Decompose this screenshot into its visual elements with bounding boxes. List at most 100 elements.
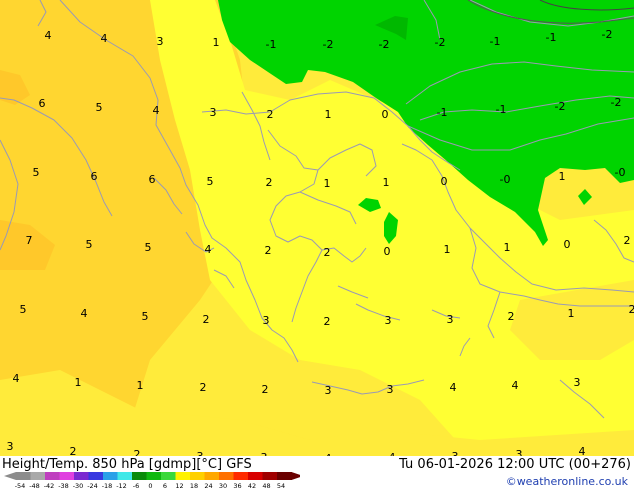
temp-value: 0	[384, 245, 391, 258]
temp-value: -2	[435, 36, 446, 49]
temp-value: 5	[145, 241, 152, 254]
temp-value: 4	[101, 32, 108, 45]
temp-value: 1	[504, 241, 511, 254]
temp-value: 4	[45, 29, 52, 42]
temp-value: 2	[200, 381, 207, 394]
temp-value: 2	[265, 244, 272, 257]
legend-tick-label: -30	[73, 482, 84, 490]
temp-value: 2	[624, 234, 631, 247]
temp-value: -1	[266, 38, 277, 51]
legend-swatch	[146, 472, 162, 480]
temp-value: 1	[137, 379, 144, 392]
temp-value: 5	[86, 238, 93, 251]
legend-swatch	[204, 472, 220, 480]
temp-value: 3	[210, 106, 217, 119]
legend-swatch	[161, 472, 176, 480]
temp-value: 1	[383, 176, 390, 189]
temp-value: 2	[70, 445, 77, 456]
temp-value: -2	[379, 38, 390, 51]
temp-value: 6	[91, 170, 98, 183]
legend-tick-label: -48	[29, 482, 40, 490]
legend-tick-label: -6	[133, 482, 139, 490]
legend-tick-label: -12	[116, 482, 127, 490]
legend-swatch	[117, 472, 133, 480]
legend-swatch	[248, 472, 263, 480]
temp-value: 2	[508, 310, 515, 323]
temp-value: 1	[75, 376, 82, 389]
temp-value: -2	[611, 96, 622, 109]
temp-value: 3	[447, 313, 454, 326]
legend-swatch	[175, 472, 191, 480]
map-viewer: 4 4 3 1 -1 -2 -2 -2 -1 -1 -2 6 5 4 3 2 1…	[0, 0, 634, 490]
temp-value: -1	[490, 35, 501, 48]
footer-bar: Height/Temp. 850 hPa [gdmp][°C] GFS Tu 0…	[0, 456, 634, 490]
temp-value: -1	[546, 31, 557, 44]
temp-value: 1	[324, 177, 331, 190]
temp-value: 4	[81, 307, 88, 320]
temp-value: 3	[574, 376, 581, 389]
temp-value: 6	[149, 173, 156, 186]
temp-value: -1	[496, 103, 507, 116]
temp-value: 7	[26, 234, 33, 247]
temp-value: 6	[39, 97, 46, 110]
legend-tick-label: -38	[58, 482, 69, 490]
valid-time: Tu 06-01-2026 12:00 UTC (00+276)	[399, 457, 631, 472]
temp-value: 2	[629, 303, 634, 316]
temp-value: 4	[579, 445, 586, 456]
legend-tick-label: -42	[44, 482, 55, 490]
temp-value: 1	[213, 36, 220, 49]
temp-value: 3	[7, 440, 14, 453]
legend-tick-label: 0	[148, 482, 152, 490]
legend-tick-label: 36	[233, 482, 241, 490]
temp-value: 4	[153, 104, 160, 117]
legend-swatch	[132, 472, 147, 480]
legend-arrow-right	[291, 472, 300, 480]
temp-value: 2	[324, 246, 331, 259]
legend-swatch	[277, 472, 292, 480]
color-legend: -54 -48 -42 -38 -30 -24 -18 -12 -6 0 6 12 18 24 30 36 42…	[4, 472, 300, 490]
temp-value: 4	[450, 381, 457, 394]
legend-tick-label: 48	[262, 482, 270, 490]
temp-value: 3	[157, 35, 164, 48]
legend-swatch	[219, 472, 234, 480]
temp-value: 3	[516, 448, 523, 456]
temp-value: -2	[555, 100, 566, 113]
legend-swatches	[4, 472, 300, 480]
temp-value: 5	[20, 303, 27, 316]
legend-tick-label: 6	[163, 482, 167, 490]
credit-link[interactable]: ©weatheronline.co.uk	[506, 475, 628, 488]
legend-tick-label: 30	[219, 482, 227, 490]
temp-value: 0	[441, 175, 448, 188]
temp-value: -0	[500, 173, 511, 186]
temp-value: 2	[266, 176, 273, 189]
legend-swatch	[16, 472, 31, 480]
legend-tick-label: -18	[102, 482, 113, 490]
legend-swatch	[262, 472, 278, 480]
legend-tick-label: 12	[175, 482, 183, 490]
legend-swatch	[103, 472, 118, 480]
temp-value: 5	[33, 166, 40, 179]
legend-swatch	[233, 472, 249, 480]
temp-value: -1	[437, 106, 448, 119]
temp-value: 1	[444, 243, 451, 256]
temp-value: 2	[262, 383, 269, 396]
chart-title: Height/Temp. 850 hPa [gdmp][°C] GFS	[2, 457, 252, 472]
temp-value: 2	[324, 315, 331, 328]
legend-swatch	[59, 472, 75, 480]
legend-tick-label: 42	[248, 482, 256, 490]
temp-value: 3	[325, 384, 332, 397]
temperature-map: 4 4 3 1 -1 -2 -2 -2 -1 -1 -2 6 5 4 3 2 1…	[0, 0, 634, 456]
legend-arrow-left	[4, 472, 16, 480]
temp-value: 5	[142, 310, 149, 323]
temp-value: 2	[203, 313, 210, 326]
temp-value: 3	[387, 383, 394, 396]
temp-value: 2	[267, 108, 274, 121]
legend-tick-label: -54	[15, 482, 26, 490]
legend-swatch	[190, 472, 205, 480]
temp-value: 0	[564, 238, 571, 251]
temp-value: 5	[96, 101, 103, 114]
temp-value: 3	[385, 314, 392, 327]
temp-value: 5	[207, 175, 214, 188]
legend-swatch	[88, 472, 104, 480]
temp-value: 3	[263, 314, 270, 327]
